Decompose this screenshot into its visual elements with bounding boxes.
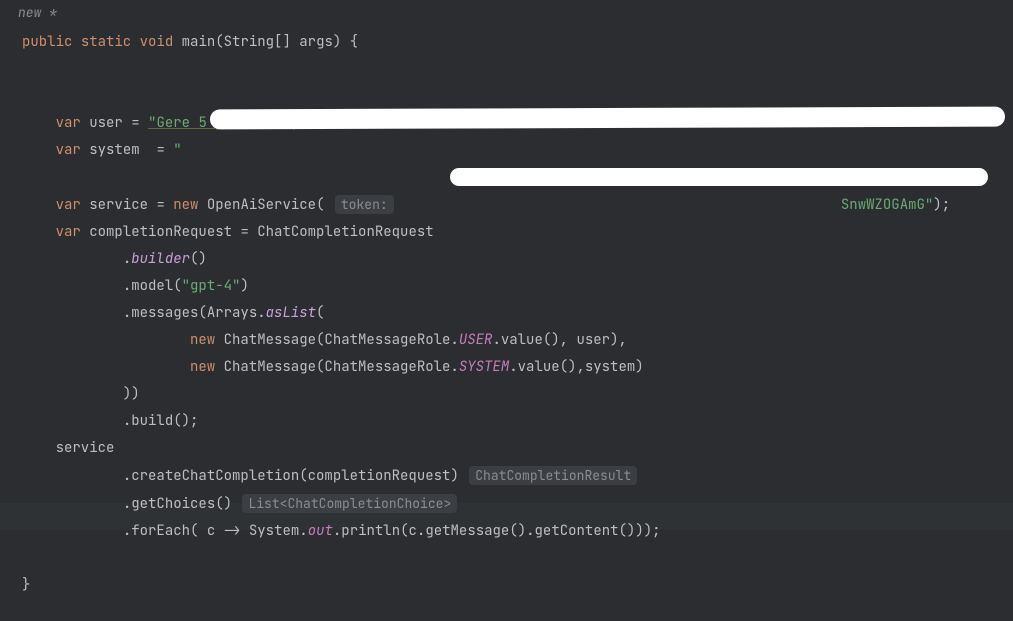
code-editor[interactable]: public static void main(String[] args) {… [0,25,1013,619]
arg-user: user [576,331,610,349]
var-completionrequest: completionRequest [89,223,232,241]
keyword-new: new [190,358,215,376]
enum-user: USER [459,331,493,349]
arg-completionrequest: completionRequest [308,467,451,485]
class-chatmessage: ChatMessage [224,331,316,349]
field-out: out [308,522,333,540]
method-model: model [131,277,173,295]
class-openaiservice: OpenAiService [207,196,316,214]
method-messages: messages [131,304,198,322]
method-name-main: main [182,33,216,51]
editor-tab[interactable]: new * [0,0,1013,25]
string-model: "gpt-4" [182,277,241,295]
keyword-public: public [22,33,72,51]
method-createchatcompletion: createChatCompletion [131,467,299,485]
type-hint-listchoice: List<ChatCompletionChoice> [242,494,457,513]
var-user: user [89,114,123,132]
method-getchoices: getChoices [131,495,215,513]
keyword-var: var [56,196,81,214]
method-value: value [518,358,560,376]
class-chatmessage: ChatMessage [224,358,316,376]
method-aslist: asList [266,304,316,322]
class-arrays: Arrays [207,304,257,322]
string-system-prompt: " [173,141,181,159]
type-string-array: String[] [224,33,291,51]
keyword-new: new [173,196,198,214]
keyword-new: new [190,331,215,349]
param-hint-token: token: [335,195,394,214]
method-getmessage: getMessage [425,522,509,540]
var-system: system [89,141,139,159]
keyword-var: var [56,114,81,132]
var-service: service [89,196,148,214]
lambda-param-c: c [207,522,215,540]
keyword-var: var [56,223,81,241]
arg-system: system [585,358,635,376]
class-chatmessagerole: ChatMessageRole [324,331,450,349]
string-token-tail: SnwWZOGAmG" [841,196,933,214]
method-value: value [501,331,543,349]
enum-system: SYSTEM [459,358,509,376]
ref-service: service [56,439,115,457]
method-getcontent: getContent [535,522,619,540]
method-println: println [341,522,400,540]
string-user-prompt: "Gere 5 produtos" [148,114,291,132]
method-foreach: forEach [131,522,190,540]
lambda-arrow: -> [224,522,241,540]
class-chatmessagerole: ChatMessageRole [324,358,450,376]
keyword-void: void [140,33,174,51]
param-args: args [299,33,333,51]
class-system: System [249,522,299,540]
keyword-static: static [81,33,131,51]
type-hint-chatcompletionresult: ChatCompletionResult [469,466,637,485]
class-chatcompletionrequest: ChatCompletionRequest [257,223,433,241]
method-builder: builder [131,250,190,268]
keyword-var: var [56,141,81,159]
method-build: build [131,412,173,430]
